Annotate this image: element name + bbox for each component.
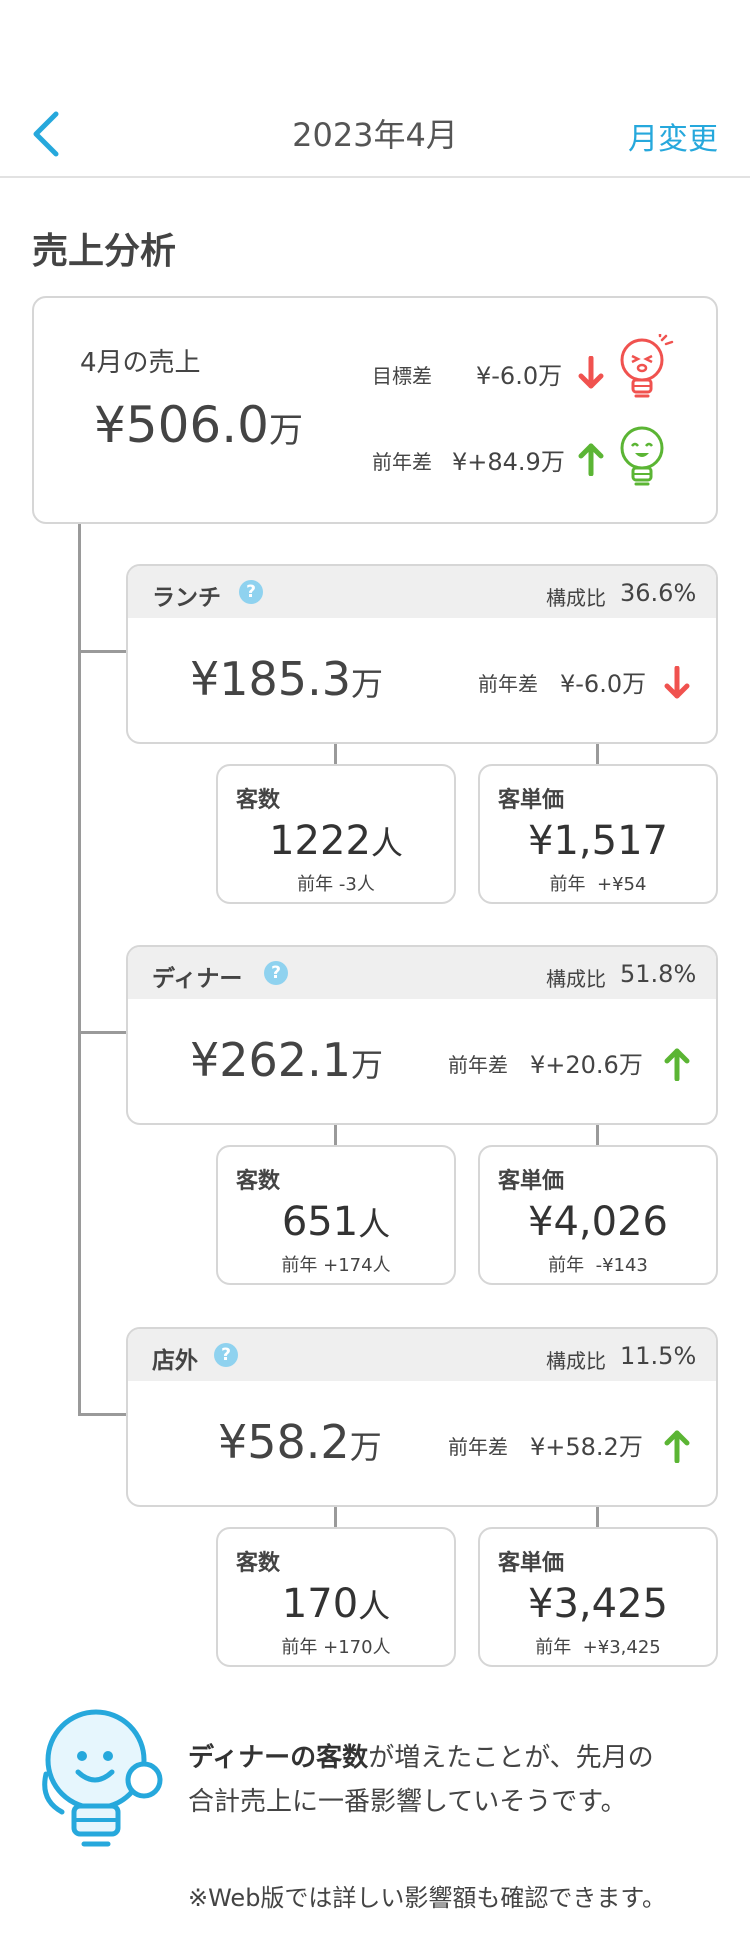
customers-card: 客数 1222人前年 -3人	[216, 764, 456, 904]
sad-bulb-icon	[620, 334, 674, 398]
insight-text: ディナーの客数が増えたことが、先月の 合計売上に一番影響していそうです。	[188, 1743, 654, 1817]
sub-card-value: ¥3,425	[528, 1581, 668, 1627]
arrow-up-icon	[664, 1430, 690, 1464]
target-diff-value: ¥-6.0万	[476, 362, 563, 390]
month-change-button[interactable]: 月変更	[628, 114, 718, 158]
sub-card-title: 客数	[236, 1169, 281, 1194]
connector-customers	[334, 1507, 337, 1527]
trend-arrow	[664, 1429, 690, 1467]
segment-name: ディナー	[152, 966, 243, 992]
prev-diff-value: ¥+20.6万	[530, 1051, 643, 1079]
segment-card: 店外? 構成比 11.5% ¥58.2万 前年差 ¥+58.2万	[126, 1327, 718, 1507]
connector-unit-price	[596, 1125, 599, 1145]
ratio-label: 構成比	[546, 586, 606, 610]
sub-card-prev: 前年 +170人	[281, 1637, 391, 1658]
arrow-up-icon	[578, 443, 604, 476]
trend-arrow	[664, 1047, 690, 1085]
help-icon[interactable]: ?	[239, 580, 263, 604]
customers-card: 客数 170人前年 +170人	[216, 1527, 456, 1667]
sub-card-prev: 前年 -3人	[297, 874, 375, 895]
help-icon[interactable]: ?	[264, 961, 288, 985]
ratio-label: 構成比	[546, 967, 606, 991]
segment-value: ¥58.2万	[218, 1415, 382, 1469]
target-diff-label: 目標差	[372, 364, 432, 388]
ratio-value: 11.5%	[620, 1342, 697, 1370]
customers-card: 客数 651人前年 +174人	[216, 1145, 456, 1285]
ratio-value: 36.6%	[620, 579, 697, 607]
ratio-label: 構成比	[546, 1349, 606, 1373]
mascot-bulb-icon	[42, 1709, 163, 1847]
prev-diff-label: 前年差	[448, 1435, 508, 1459]
sub-card-prev: 前年 +174人	[281, 1255, 391, 1276]
tree-line-dinner	[78, 1031, 126, 1034]
arrow-down-icon	[578, 356, 604, 389]
sub-card-title: 客単価	[498, 1551, 565, 1576]
happy-bulb-icon	[620, 426, 664, 486]
tree-line-outside	[78, 1413, 126, 1416]
prev-diff-value: ¥-6.0万	[560, 670, 647, 698]
trend-arrow	[664, 665, 690, 704]
sub-card-value: 1222人	[269, 818, 403, 864]
unit-price-card: 客単価 ¥1,517 前年 +¥54	[478, 764, 718, 904]
sub-card-title: 客単価	[498, 1169, 565, 1194]
unit-price-card: 客単価 ¥3,425 前年 +¥3,425	[478, 1527, 718, 1667]
connector-customers	[334, 1125, 337, 1145]
sub-card-value: ¥1,517	[528, 818, 668, 864]
insight-footnote: ※Web版では詳しい影響額も確認できます。	[188, 1884, 667, 1912]
sub-card-prev: 前年 +¥3,425	[535, 1637, 661, 1658]
segment-card: ディナー? 構成比 51.8% ¥262.1万 前年差 ¥+20.6万	[126, 945, 718, 1125]
insight-bold: ディナーの客数	[188, 1743, 369, 1773]
segment-value: ¥262.1万	[190, 1033, 383, 1087]
ratio-value: 51.8%	[620, 960, 697, 988]
sub-card-title: 客数	[236, 788, 281, 813]
connector-unit-price	[596, 744, 599, 764]
sub-card-prev: 前年 -¥143	[548, 1255, 648, 1276]
sub-card-value: 651人	[281, 1199, 391, 1245]
prev-diff-label: 前年差	[478, 672, 538, 696]
help-icon[interactable]: ?	[214, 1343, 238, 1367]
prev-diff-value: ¥+84.9万	[452, 448, 565, 476]
segment-name: 店外	[152, 1348, 198, 1374]
tree-line-lunch	[78, 650, 126, 653]
sub-card-value: ¥4,026	[528, 1199, 668, 1245]
connector-unit-price	[596, 1507, 599, 1527]
unit-price-card: 客単価 ¥4,026 前年 -¥143	[478, 1145, 718, 1285]
connector-customers	[334, 744, 337, 764]
summary-value: ¥506.0万	[94, 396, 303, 454]
header-bar: 2023年4月 月変更	[0, 0, 750, 178]
prev-diff-label: 前年差	[448, 1053, 508, 1077]
summary-card: 4月の売上 ¥506.0万 目標差 ¥-6.0万 前年差 ¥+84.9万	[32, 296, 718, 524]
arrow-down-icon	[664, 665, 690, 699]
arrow-up-icon	[664, 1048, 690, 1082]
section-title: 売上分析	[32, 231, 177, 272]
sub-card-title: 客単価	[498, 788, 565, 813]
segment-card: ランチ? 構成比 36.6% ¥185.3万 前年差 ¥-6.0万	[126, 564, 718, 744]
prev-diff-label: 前年差	[372, 450, 432, 474]
sub-card-prev: 前年 +¥54	[549, 874, 647, 895]
sub-card-value: 170人	[281, 1581, 391, 1627]
sub-card-title: 客数	[236, 1551, 281, 1576]
segment-value: ¥185.3万	[190, 652, 383, 706]
prev-diff-value: ¥+58.2万	[530, 1433, 643, 1461]
segment-name: ランチ	[152, 585, 221, 611]
summary-label: 4月の売上	[80, 348, 201, 378]
tree-line-vertical	[78, 522, 81, 1416]
